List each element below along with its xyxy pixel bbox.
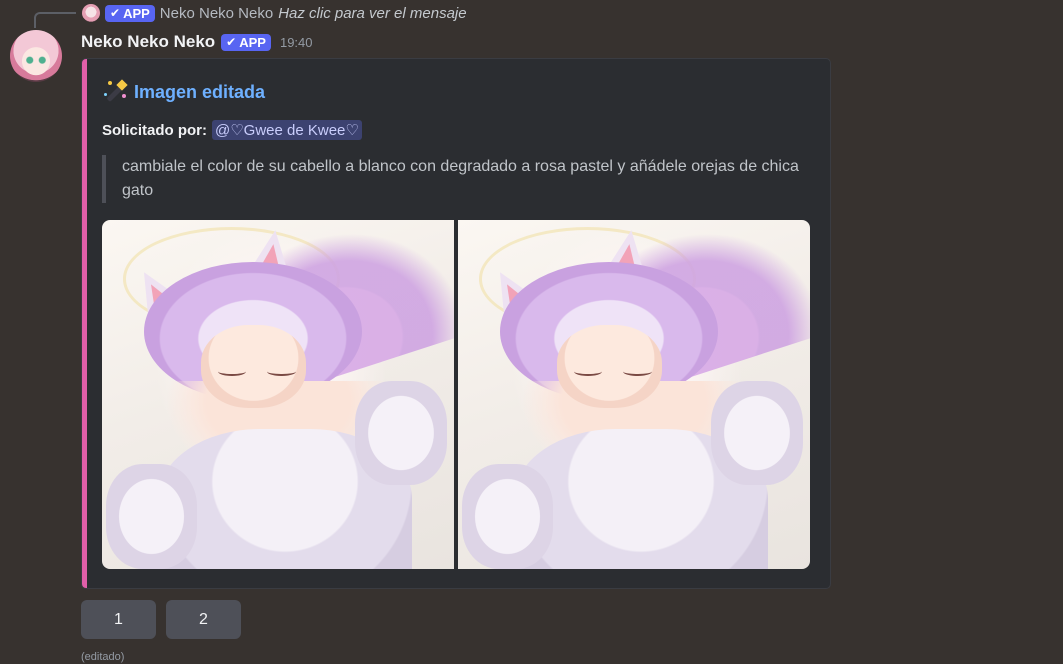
reply-app-badge: ✔ APP — [105, 4, 155, 22]
generated-image-1[interactable] — [102, 220, 454, 569]
reply-author[interactable]: Neko Neko Neko — [160, 5, 273, 22]
magic-wand-icon — [102, 79, 128, 105]
requested-label: Solicitado por: — [102, 121, 207, 139]
reply-preview[interactable]: ✔ APP Neko Neko Neko Haz clic para ver el… — [82, 3, 467, 23]
embed-accent-bar — [82, 59, 87, 588]
generated-image-2[interactable] — [458, 220, 810, 569]
check-icon: ✔ — [110, 6, 121, 20]
reply-text[interactable]: Haz clic para ver el mensaje — [278, 5, 466, 22]
timestamp[interactable]: 19:40 — [280, 35, 313, 50]
author-avatar[interactable] — [10, 30, 62, 82]
image-gallery — [102, 220, 810, 569]
reply-avatar[interactable] — [82, 4, 100, 22]
embed-title-text: Imagen editada — [134, 81, 266, 102]
app-badge: ✔ APP — [221, 33, 271, 51]
reply-connector — [34, 12, 76, 28]
requested-by: Solicitado por: @♡Gwee de Kwee♡ — [102, 119, 362, 141]
user-mention[interactable]: @♡Gwee de Kwee♡ — [212, 120, 362, 140]
author-name[interactable]: Neko Neko Neko — [81, 32, 215, 52]
select-image-2-button[interactable]: 2 — [166, 600, 241, 639]
prompt-quote: cambiale el color de su cabello a blanco… — [102, 155, 812, 203]
select-image-1-button[interactable]: 1 — [81, 600, 156, 639]
embed-title: Imagen editada — [102, 78, 265, 106]
message-header: Neko Neko Neko ✔ APP 19:40 — [81, 30, 313, 54]
embed-card: Imagen editada Solicitado por: @♡Gwee de… — [81, 58, 831, 589]
edited-label: (editado) — [81, 651, 125, 663]
check-icon: ✔ — [226, 35, 237, 49]
